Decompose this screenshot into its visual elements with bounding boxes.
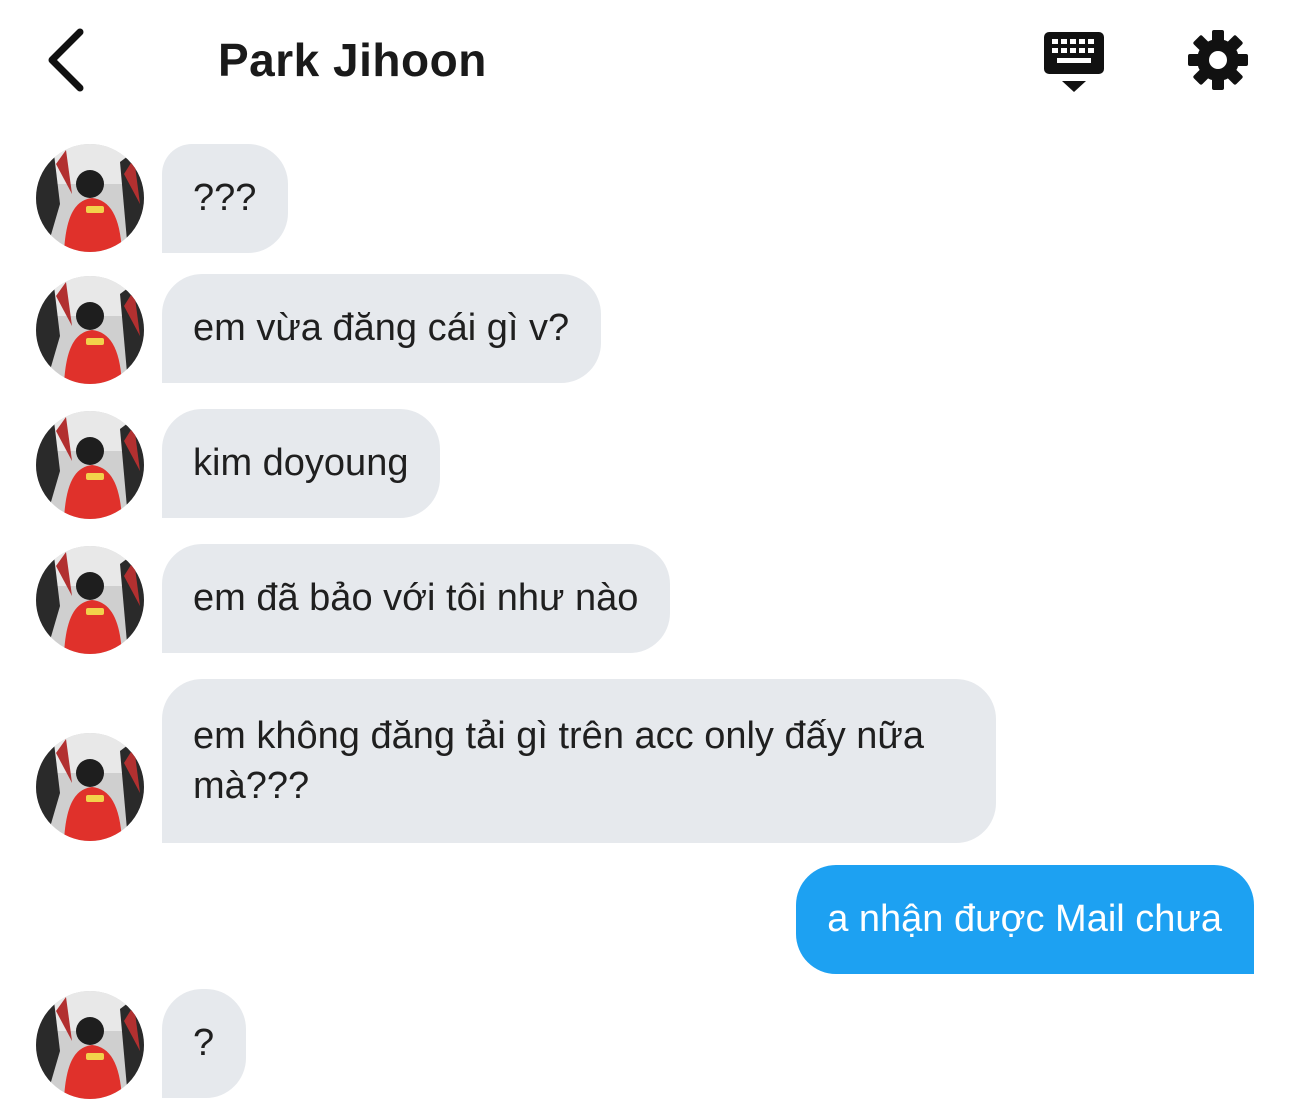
avatar[interactable] [36, 991, 144, 1099]
avatar[interactable] [36, 733, 144, 841]
back-button[interactable] [40, 26, 96, 94]
settings-button[interactable] [1186, 28, 1250, 92]
message-bubble-incoming[interactable]: ??? [162, 144, 289, 253]
avatar[interactable] [36, 411, 144, 519]
gear-icon [1188, 30, 1248, 90]
message-bubble-incoming[interactable]: kim doyoung [162, 409, 441, 518]
chat-header: Park Jihoon [0, 0, 1290, 120]
message-bubble-outgoing[interactable]: a nhận được Mail chưa [796, 865, 1254, 974]
avatar[interactable] [36, 276, 144, 384]
message-bubble-incoming[interactable]: ? [162, 989, 247, 1098]
message-bubble-incoming[interactable]: em vừa đăng cái gì v? [162, 274, 602, 383]
keyboard-button[interactable] [1040, 30, 1108, 96]
conversation-title: Park Jihoon [218, 34, 487, 86]
keyboard-icon [1044, 32, 1104, 92]
avatar[interactable] [36, 144, 144, 252]
message-bubble-incoming[interactable]: em không đăng tải gì trên acc only đấy n… [162, 679, 996, 843]
chevron-left-icon [48, 28, 84, 92]
message-bubble-incoming[interactable]: em đã bảo với tôi như nào [162, 544, 671, 653]
avatar[interactable] [36, 546, 144, 654]
